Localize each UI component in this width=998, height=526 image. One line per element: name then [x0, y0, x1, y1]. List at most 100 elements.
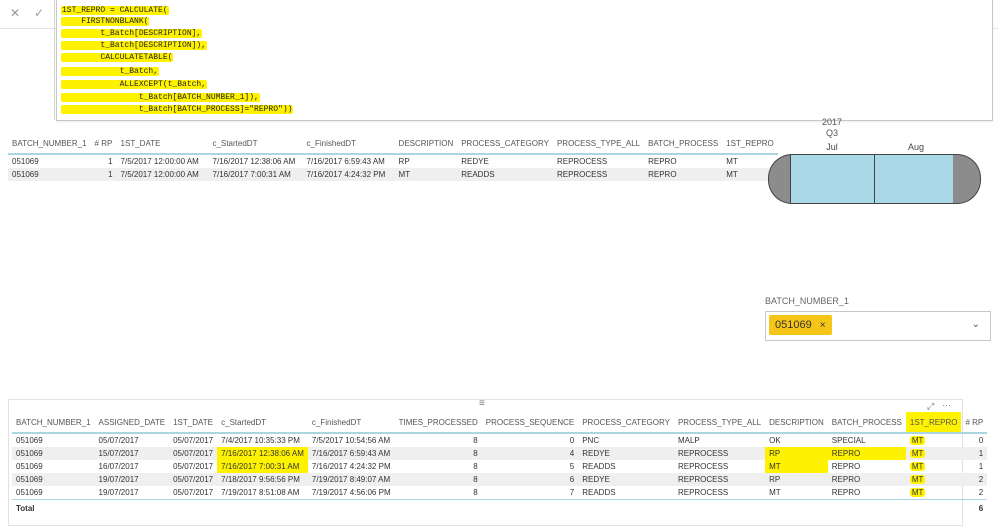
column-header[interactable]: BATCH_NUMBER_1	[12, 412, 95, 433]
column-header[interactable]: PROCESS_CATEGORY	[457, 133, 553, 154]
timeline-period-jul[interactable]	[790, 154, 875, 204]
cancel-icon[interactable]: ✕	[8, 6, 22, 20]
timeline-right-handle[interactable]	[953, 154, 981, 204]
column-header[interactable]: PROCESS_CATEGORY	[578, 412, 674, 433]
formula-divider	[54, 0, 55, 120]
table-row[interactable]: 051069 15/07/2017 05/07/2017 7/16/2017 1…	[12, 447, 988, 460]
timeline-month-label: Jul	[826, 142, 838, 152]
table-header-row: BATCH_NUMBER_1 ASSIGNED_DATE 1ST_DATE c_…	[12, 412, 988, 433]
cell: READDS	[582, 462, 616, 471]
column-header[interactable]: PROCESS_TYPE_ALL	[674, 412, 765, 433]
cell: REPRO	[827, 447, 906, 460]
cell: REPROCESS	[556, 157, 608, 166]
cell: 8	[394, 473, 482, 486]
cell: 051069	[12, 447, 95, 460]
cell: PNC	[582, 436, 600, 445]
commit-icon[interactable]: ✓	[32, 6, 46, 20]
table-row[interactable]: 051069 19/07/2017 05/07/2017 7/18/2017 9…	[12, 473, 988, 486]
cell: MT	[906, 486, 962, 500]
column-header[interactable]: BATCH_PROCESS	[828, 412, 906, 433]
cell: REPROCESS	[673, 473, 766, 486]
cell: REPRO	[827, 473, 906, 486]
cell: MALP	[677, 436, 700, 445]
drag-handle-icon[interactable]: ≡	[479, 398, 485, 409]
chevron-down-icon[interactable]: ⌄	[972, 319, 980, 330]
focus-mode-icon[interactable]: ⤢	[927, 401, 934, 412]
column-header[interactable]: 1ST_DATE	[169, 412, 217, 433]
cell: REDYE	[578, 447, 674, 460]
cell: 1	[90, 168, 117, 181]
total-row: Total 6	[12, 499, 988, 517]
bottom-table: BATCH_NUMBER_1 ASSIGNED_DATE 1ST_DATE c_…	[12, 412, 988, 517]
bottom-table-visual[interactable]: ≡ ⤢ ··· BATCH_NUMBER_1 ASSIGNED_DATE 1ST…	[8, 398, 988, 526]
cell-value: MT	[909, 436, 926, 445]
cell: 051069	[12, 157, 39, 166]
cell: 7/19/2017 4:56:06 PM	[311, 488, 391, 497]
cell-value: MT	[909, 462, 926, 471]
cell: 7/18/2017 9:56:56 PM	[217, 473, 308, 486]
column-header[interactable]: 1ST_DATE	[117, 133, 209, 154]
column-header[interactable]: DESCRIPTION	[395, 133, 458, 154]
column-header[interactable]: # RP	[91, 133, 117, 154]
column-header[interactable]: c_FinishedDT	[308, 412, 395, 433]
cell: 1	[108, 157, 113, 166]
cell: READDS	[582, 488, 616, 497]
more-options-icon[interactable]: ···	[942, 400, 951, 410]
column-header[interactable]: TIMES_PROCESSED	[395, 412, 482, 433]
cell-value: MT	[909, 449, 926, 458]
cell: 05/07/2017	[173, 436, 214, 445]
cell: 7/5/2017 10:54:56 AM	[311, 436, 391, 445]
cell: 051069	[12, 473, 95, 486]
cell: 2	[978, 488, 984, 497]
column-header[interactable]: BATCH_PROCESS	[644, 133, 722, 154]
cell: 6	[481, 473, 579, 486]
column-header[interactable]: PROCESS_SEQUENCE	[482, 412, 578, 433]
table-row[interactable]: 051069 1 7/5/2017 12:00:00 AM 7/16/2017 …	[8, 168, 778, 181]
cell: MT	[905, 447, 962, 460]
remove-icon[interactable]: ×	[820, 320, 826, 331]
cell: 0	[569, 436, 575, 445]
cell: MT	[906, 460, 962, 473]
column-header[interactable]: c_StartedDT	[217, 412, 308, 433]
column-header[interactable]: ASSIGNED_DATE	[95, 412, 170, 433]
cell: 05/07/2017	[98, 436, 139, 445]
cell: 7/16/2017 4:24:32 PM	[311, 462, 391, 471]
total-rp: 6	[978, 503, 984, 513]
formula-line-2: FIRSTNONBLANK(	[61, 17, 150, 26]
table-row[interactable]: 051069 19/07/2017 05/07/2017 7/19/2017 8…	[12, 486, 987, 500]
cell: 7/16/2017 7:00:31 AM	[217, 460, 308, 473]
column-header[interactable]: DESCRIPTION	[765, 412, 828, 433]
column-header[interactable]: PROCESS_TYPE_ALL	[553, 133, 644, 154]
column-header[interactable]: c_FinishedDT	[303, 133, 395, 154]
cell: 8	[473, 488, 478, 497]
cell: 7/4/2017 10:35:33 PM	[221, 436, 300, 445]
formula-line-8: t_Batch[BATCH_NUMBER_1]),	[61, 93, 260, 102]
cell: 7/16/2017 12:38:06 AM	[217, 447, 308, 460]
selected-value-chip[interactable]: 051069 ×	[769, 315, 832, 335]
timeline-period-aug[interactable]	[874, 154, 956, 204]
column-header[interactable]: BATCH_NUMBER_1	[8, 133, 91, 154]
column-header[interactable]: # RP	[961, 412, 987, 433]
formula-line-5: CALCULATETABLE(	[61, 53, 174, 62]
timeline-slicer[interactable]: 2017 Q3 Jul Aug	[760, 117, 990, 207]
table-row[interactable]: 051069 16/07/2017 05/07/2017 7/16/2017 7…	[12, 460, 987, 473]
table-row[interactable]: 051069 1 7/5/2017 12:00:00 AM 7/16/2017 …	[8, 154, 778, 168]
timeline-month-label: Aug	[907, 142, 924, 152]
cell: 1	[961, 447, 988, 460]
cell: RP	[765, 473, 828, 486]
column-header[interactable]: 1ST_REPRO	[905, 412, 962, 433]
cell: 7/5/2017 12:00:00 AM	[120, 157, 199, 166]
column-header[interactable]: c_StartedDT	[209, 133, 303, 154]
cell: 7/19/2017 8:51:08 AM	[221, 488, 300, 497]
cell: 051069	[16, 436, 43, 445]
formula-editor[interactable]: 1ST_REPRO = CALCULATE( FIRSTNONBLANK( t_…	[56, 0, 993, 121]
formula-line-9: t_Batch[BATCH_PROCESS]="REPRO"))	[61, 105, 294, 114]
cell: 05/07/2017	[173, 462, 214, 471]
top-table-visual[interactable]: BATCH_NUMBER_1 # RP 1ST_DATE c_StartedDT…	[8, 133, 778, 181]
table-row[interactable]: 051069 05/07/2017 05/07/2017 7/4/2017 10…	[12, 433, 987, 447]
cell: REPROCESS	[673, 447, 766, 460]
cell: RP	[398, 157, 410, 166]
cell: 7/19/2017 8:49:07 AM	[307, 473, 395, 486]
batch-number-dropdown[interactable]: 051069 × ⌄	[765, 311, 991, 341]
cell: 051069	[16, 462, 43, 471]
